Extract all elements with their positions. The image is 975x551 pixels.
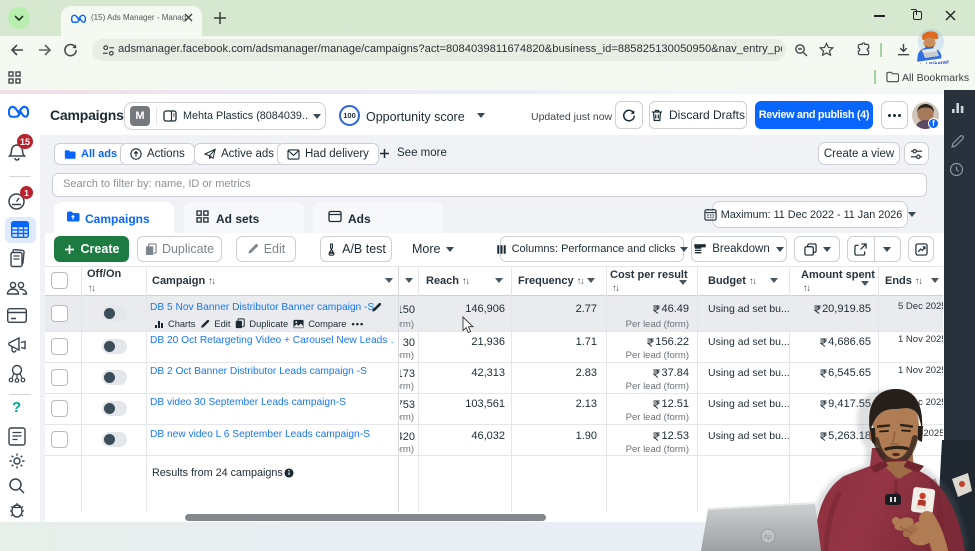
svg-text:hp: hp (764, 534, 772, 541)
